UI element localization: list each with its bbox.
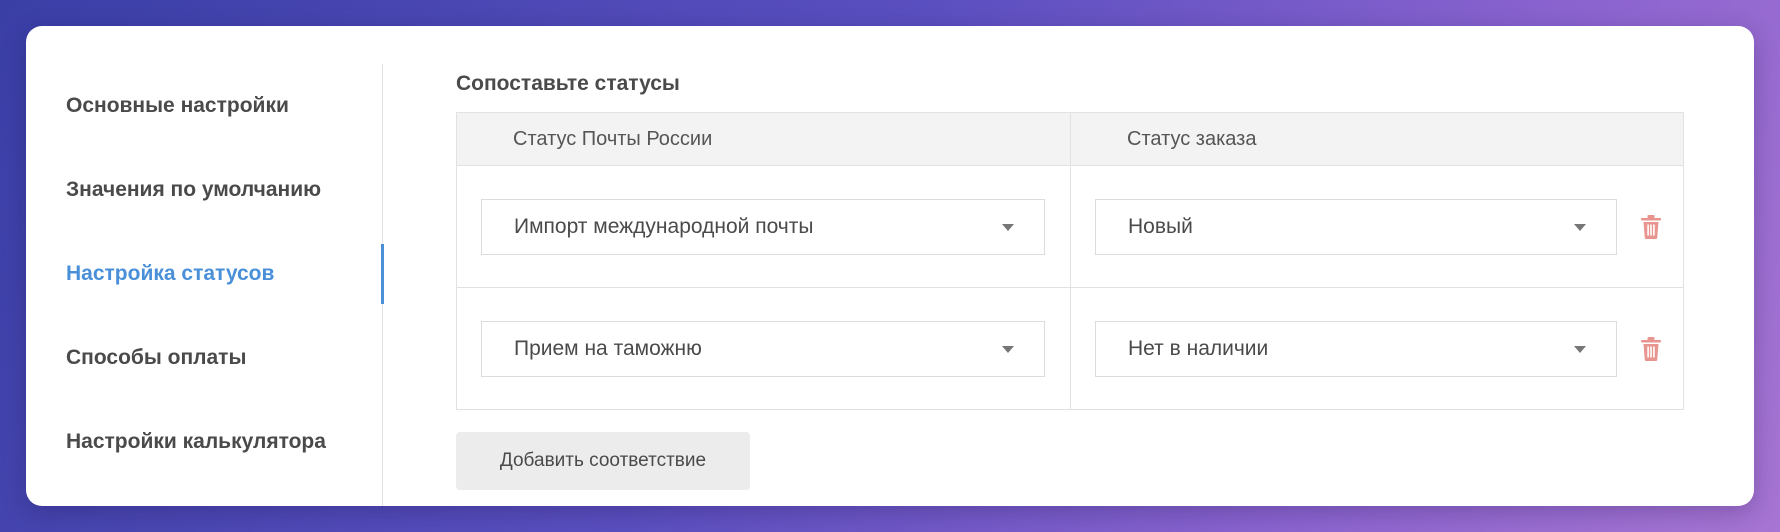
table-row: Импорт международной почты Новый: [457, 166, 1683, 288]
table-row: Прием на таможню Нет в наличии: [457, 288, 1683, 409]
order-status-select-value: Нет в наличии: [1128, 336, 1269, 360]
order-status-select[interactable]: Новый: [1095, 198, 1617, 255]
section-title: Сопоставьте статусы: [456, 72, 680, 95]
sidebar-item-calculator-settings[interactable]: Настройки калькулятора: [26, 400, 382, 484]
chevron-down-icon: [1574, 345, 1586, 353]
sidebar-item-main-settings[interactable]: Основные настройки: [26, 64, 382, 148]
status-mapping-section: Сопоставьте статусы Статус Почты России …: [456, 70, 1696, 490]
sidebar-item-payment-methods[interactable]: Способы оплаты: [26, 316, 382, 400]
post-status-select[interactable]: Импорт международной почты: [481, 198, 1045, 255]
post-status-select-value: Импорт международной почты: [514, 214, 814, 238]
post-status-select[interactable]: Прием на таможню: [481, 320, 1045, 377]
column-header-order-status: Статус заказа: [1070, 113, 1683, 165]
post-status-select-value: Прием на таможню: [514, 336, 702, 360]
post-status-cell: Импорт международной почты: [457, 166, 1070, 287]
sidebar-item-default-values[interactable]: Значения по умолчанию: [26, 148, 382, 232]
chevron-down-icon: [1002, 345, 1014, 353]
chevron-down-icon: [1002, 223, 1014, 231]
trash-icon[interactable]: [1639, 213, 1663, 241]
order-status-select[interactable]: Нет в наличии: [1095, 320, 1617, 377]
chevron-down-icon: [1574, 223, 1586, 231]
column-header-post-status: Статус Почты России: [513, 128, 713, 150]
table-header: Статус Почты России Статус заказа: [457, 113, 1683, 166]
settings-card: Основные настройки Значения по умолчанию…: [26, 26, 1754, 506]
order-status-cell: Новый: [1070, 166, 1683, 287]
order-status-select-value: Новый: [1128, 214, 1193, 238]
add-mapping-button[interactable]: Добавить соответствие: [456, 432, 750, 490]
sidebar-item-status-settings[interactable]: Настройка статусов: [26, 232, 384, 316]
trash-icon[interactable]: [1639, 335, 1663, 363]
post-status-cell: Прием на таможню: [457, 288, 1070, 409]
status-mapping-table: Статус Почты России Статус заказа Импорт…: [456, 112, 1684, 410]
settings-sidebar: Основные настройки Значения по умолчанию…: [26, 64, 384, 506]
order-status-cell: Нет в наличии: [1070, 288, 1683, 409]
